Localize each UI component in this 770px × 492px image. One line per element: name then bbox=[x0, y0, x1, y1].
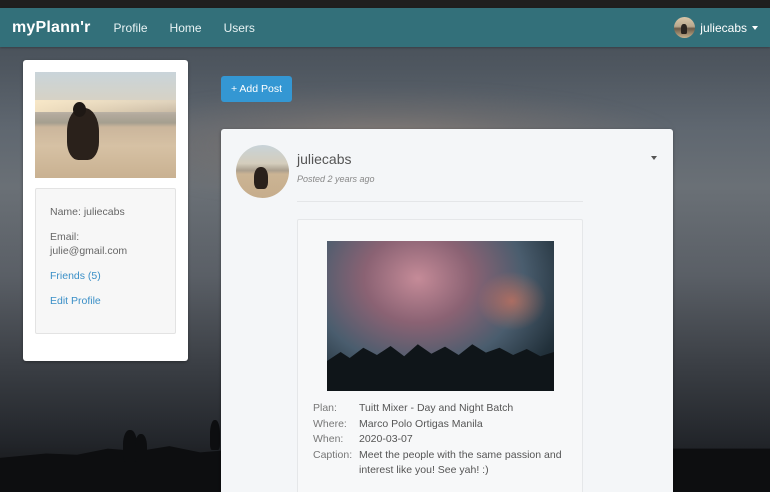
user-menu-label: juliecabs bbox=[700, 20, 747, 35]
profile-info: Name: juliecabs Email: julie@gmail.com F… bbox=[35, 188, 176, 334]
chevron-down-icon[interactable] bbox=[651, 156, 657, 160]
detail-key: Where: bbox=[313, 417, 347, 430]
detail-value: Meet the people with the same passion an… bbox=[359, 448, 562, 477]
profile-photo-person-head bbox=[73, 102, 86, 117]
detail-plan: Plan: Tuitt Mixer - Day and Night Batch bbox=[313, 401, 573, 417]
detail-when: When: 2020-03-07 bbox=[313, 432, 573, 448]
post-card: juliecabs Posted 2 years ago Plan: Tuitt… bbox=[221, 129, 673, 492]
detail-key: When: bbox=[313, 433, 344, 445]
navbar: myPlann'r Profile Home Users juliecabs bbox=[0, 8, 770, 47]
avatar bbox=[674, 17, 696, 38]
post-author[interactable]: juliecabs bbox=[297, 151, 351, 167]
post-image-crowd bbox=[327, 344, 554, 391]
post-image bbox=[327, 241, 554, 391]
divider bbox=[297, 201, 583, 202]
edit-profile-link[interactable]: Edit Profile bbox=[50, 294, 161, 308]
profile-email-block: Email: julie@gmail.com bbox=[50, 230, 161, 258]
profile-photo bbox=[35, 72, 176, 178]
profile-email-label: Email: bbox=[50, 231, 80, 243]
background-figure bbox=[210, 420, 220, 450]
detail-value: 2020-03-07 bbox=[359, 433, 413, 445]
profile-name: Name: juliecabs bbox=[50, 206, 125, 218]
nav-link-home[interactable]: Home bbox=[170, 21, 202, 35]
nav-link-profile[interactable]: Profile bbox=[114, 21, 148, 35]
avatar bbox=[236, 145, 289, 198]
background-figure bbox=[135, 434, 147, 462]
profile-photo-glow bbox=[35, 100, 176, 112]
add-post-button[interactable]: + Add Post bbox=[221, 76, 292, 102]
detail-key: Plan: bbox=[313, 402, 337, 414]
post-details: Plan: Tuitt Mixer - Day and Night Batch … bbox=[313, 401, 573, 479]
chevron-down-icon bbox=[752, 25, 758, 30]
profile-card: Name: juliecabs Email: julie@gmail.com F… bbox=[23, 60, 188, 361]
app-window: myPlann'r Profile Home Users juliecabs N… bbox=[0, 0, 770, 492]
profile-email: julie@gmail.com bbox=[50, 245, 128, 257]
nav-link-users[interactable]: Users bbox=[224, 21, 255, 35]
detail-value: Marco Polo Ortigas Manila bbox=[359, 417, 483, 430]
detail-caption: Caption: Meet the people with the same p… bbox=[313, 448, 573, 479]
post-body: Plan: Tuitt Mixer - Day and Night Batch … bbox=[297, 219, 583, 492]
user-menu[interactable]: juliecabs bbox=[674, 17, 758, 38]
friends-link[interactable]: Friends (5) bbox=[50, 269, 161, 283]
detail-where: Where: Marco Polo Ortigas Manila bbox=[313, 417, 573, 433]
post-timestamp: Posted 2 years ago bbox=[297, 174, 375, 184]
window-top-strip bbox=[0, 0, 770, 8]
detail-value: Tuitt Mixer - Day and Night Batch bbox=[359, 402, 514, 414]
brand-logo[interactable]: myPlann'r bbox=[12, 19, 91, 37]
detail-key: Caption: bbox=[313, 448, 353, 461]
